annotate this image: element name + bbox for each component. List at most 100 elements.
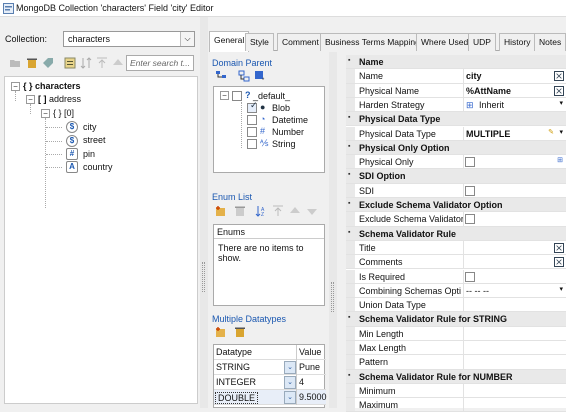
property-row[interactable]: Min Length xyxy=(346,326,566,341)
property-row[interactable]: Max Length xyxy=(346,341,566,356)
category-exclude-schema-validator[interactable]: ▪ Exclude Schema Validator Option xyxy=(346,198,566,213)
collection-select[interactable]: characters ⌵ xyxy=(63,31,195,47)
move-down-icon[interactable] xyxy=(306,205,318,217)
tab-notes[interactable]: Notes xyxy=(534,33,566,51)
tree-node-characters[interactable]: { } characters xyxy=(23,81,81,91)
collapse-toggle[interactable]: − xyxy=(11,82,20,91)
domain-item-blob[interactable]: Blob xyxy=(272,103,290,113)
tree-node-street[interactable]: street xyxy=(83,135,106,145)
property-row[interactable]: Physical Name %AttName xyxy=(346,83,566,98)
tree-view-icon[interactable] xyxy=(215,70,227,82)
search-input[interactable]: Enter search t... xyxy=(126,55,194,71)
is-required-checkbox[interactable] xyxy=(465,271,475,282)
property-row[interactable]: Physical Data Type MULTIPLE ✎ ▾ xyxy=(346,126,566,141)
chevron-down-icon[interactable]: ⌵ xyxy=(180,32,194,46)
editor-icon[interactable] xyxy=(554,257,564,268)
category-physical-only-option[interactable]: ▪ Physical Only Option xyxy=(346,140,566,156)
collapse-icon[interactable]: ▪ xyxy=(348,57,350,64)
delete-icon[interactable] xyxy=(234,205,246,217)
tab-history[interactable]: History xyxy=(499,33,536,51)
properties-icon[interactable] xyxy=(64,57,76,69)
add-icon[interactable] xyxy=(215,205,227,217)
sort-icon[interactable]: AZ xyxy=(255,205,267,217)
domain-checkbox[interactable] xyxy=(247,127,257,137)
chevron-down-icon[interactable]: ▾ xyxy=(559,128,563,136)
category-schema-validator-rule[interactable]: ▪ Schema Validator Rule xyxy=(346,226,566,241)
collapse-icon[interactable]: ▪ xyxy=(348,229,350,236)
tree-node-address[interactable]: [ ] address xyxy=(38,94,81,104)
domain-checkbox[interactable] xyxy=(232,91,242,101)
move-top-icon[interactable] xyxy=(272,205,284,217)
delete-icon[interactable] xyxy=(26,57,38,69)
edit-datatype-icon[interactable]: ✎ xyxy=(548,128,554,136)
property-row[interactable]: Is Required xyxy=(346,269,566,284)
tree-node-pin[interactable]: pin xyxy=(83,149,95,159)
property-row[interactable]: Pattern xyxy=(346,355,566,370)
collapse-icon[interactable]: ▪ xyxy=(348,143,350,150)
collapse-toggle[interactable]: − xyxy=(220,91,229,100)
property-row[interactable]: Union Data Type xyxy=(346,298,566,313)
chevron-down-icon[interactable]: ⌄ xyxy=(284,376,296,389)
tag-icon[interactable] xyxy=(42,57,54,69)
hierarchy-icon[interactable] xyxy=(238,70,250,82)
collapse-icon[interactable]: ▪ xyxy=(348,314,350,321)
exclude-validator-checkbox[interactable] xyxy=(465,214,475,225)
property-row[interactable]: Name city xyxy=(346,69,566,84)
domain-item-datetime[interactable]: Datetime xyxy=(272,115,308,125)
category-validator-string[interactable]: ▪ Schema Validator Rule for STRING xyxy=(346,312,566,327)
collapse-icon[interactable]: ▪ xyxy=(348,114,350,121)
add-icon[interactable] xyxy=(215,326,227,338)
property-row[interactable]: Exclude Schema Validator xyxy=(346,212,566,227)
collapse-icon[interactable]: ▪ xyxy=(348,200,350,207)
property-row[interactable]: Combining Schemas Opti -- -- -- ▾ xyxy=(346,283,566,299)
chevron-down-icon[interactable]: ▾ xyxy=(559,99,563,107)
sort-icon[interactable] xyxy=(80,57,92,69)
chevron-down-icon[interactable]: ⌄ xyxy=(284,391,296,404)
domain-item-number[interactable]: Number xyxy=(272,127,304,137)
tab-style[interactable]: Style xyxy=(245,33,274,51)
category-sdi-option[interactable]: ▪ SDI Option xyxy=(346,169,566,184)
field-tree[interactable]: − { } characters − [ ] address − { } [0]… xyxy=(4,76,198,404)
editor-icon[interactable] xyxy=(554,71,564,82)
property-row[interactable]: Physical Only ⊞ xyxy=(346,155,566,170)
sdi-checkbox[interactable] xyxy=(465,185,475,196)
domain-root[interactable]: _default_ xyxy=(253,91,290,101)
collapse-toggle[interactable]: − xyxy=(26,95,35,104)
category-validator-number[interactable]: ▪ Schema Validator Rule for NUMBER xyxy=(346,369,566,384)
property-row[interactable]: Minimum xyxy=(346,383,566,399)
table-row[interactable]: INTEGER ⌄ 4 xyxy=(214,375,326,390)
editor-icon[interactable] xyxy=(554,242,564,253)
tree-node-country[interactable]: country xyxy=(83,162,113,172)
folder-icon[interactable] xyxy=(9,57,21,69)
domain-checkbox[interactable] xyxy=(247,115,257,125)
property-row[interactable]: Maximum xyxy=(346,398,566,412)
physical-only-checkbox[interactable] xyxy=(465,157,475,168)
chevron-down-icon[interactable]: ⌄ xyxy=(284,361,296,374)
collapse-icon[interactable]: ▪ xyxy=(348,171,350,178)
move-up-icon[interactable] xyxy=(112,57,124,69)
delete-icon[interactable] xyxy=(234,326,246,338)
enum-list[interactable]: Enums There are no items to show. xyxy=(213,224,325,306)
move-up-icon[interactable] xyxy=(289,205,301,217)
property-row[interactable]: Harden Strategy ⊞ Inherit ▾ xyxy=(346,97,566,113)
tab-business-terms-mapping[interactable]: Business Terms Mapping xyxy=(320,33,425,51)
table-row[interactable]: STRING ⌄ Pune xyxy=(214,360,326,375)
property-row[interactable]: Title xyxy=(346,240,566,256)
splitter[interactable] xyxy=(200,17,208,408)
splitter[interactable] xyxy=(329,52,337,408)
editor-icon[interactable] xyxy=(554,85,564,96)
tree-node-city[interactable]: city xyxy=(83,122,97,132)
table-row[interactable]: DOUBLE ⌄ 9.5000 xyxy=(214,390,327,405)
chevron-down-icon[interactable]: ▾ xyxy=(559,285,563,293)
filter-icon[interactable]: * xyxy=(254,70,266,82)
collapse-toggle[interactable]: − xyxy=(41,109,50,118)
domain-tree[interactable]: − ? _default_ ✓ ● Blob ◔ Datetime # Numb… xyxy=(213,86,325,173)
property-row[interactable]: Comments xyxy=(346,255,566,270)
domain-item-string[interactable]: String xyxy=(272,139,296,149)
category-name[interactable]: ▪ Name xyxy=(346,55,566,70)
tab-general[interactable]: General xyxy=(209,31,250,52)
domain-checkbox[interactable] xyxy=(247,139,257,149)
tab-comment[interactable]: Comment xyxy=(277,33,324,51)
tab-where-used[interactable]: Where Used xyxy=(416,33,474,51)
move-top-icon[interactable] xyxy=(96,57,108,69)
